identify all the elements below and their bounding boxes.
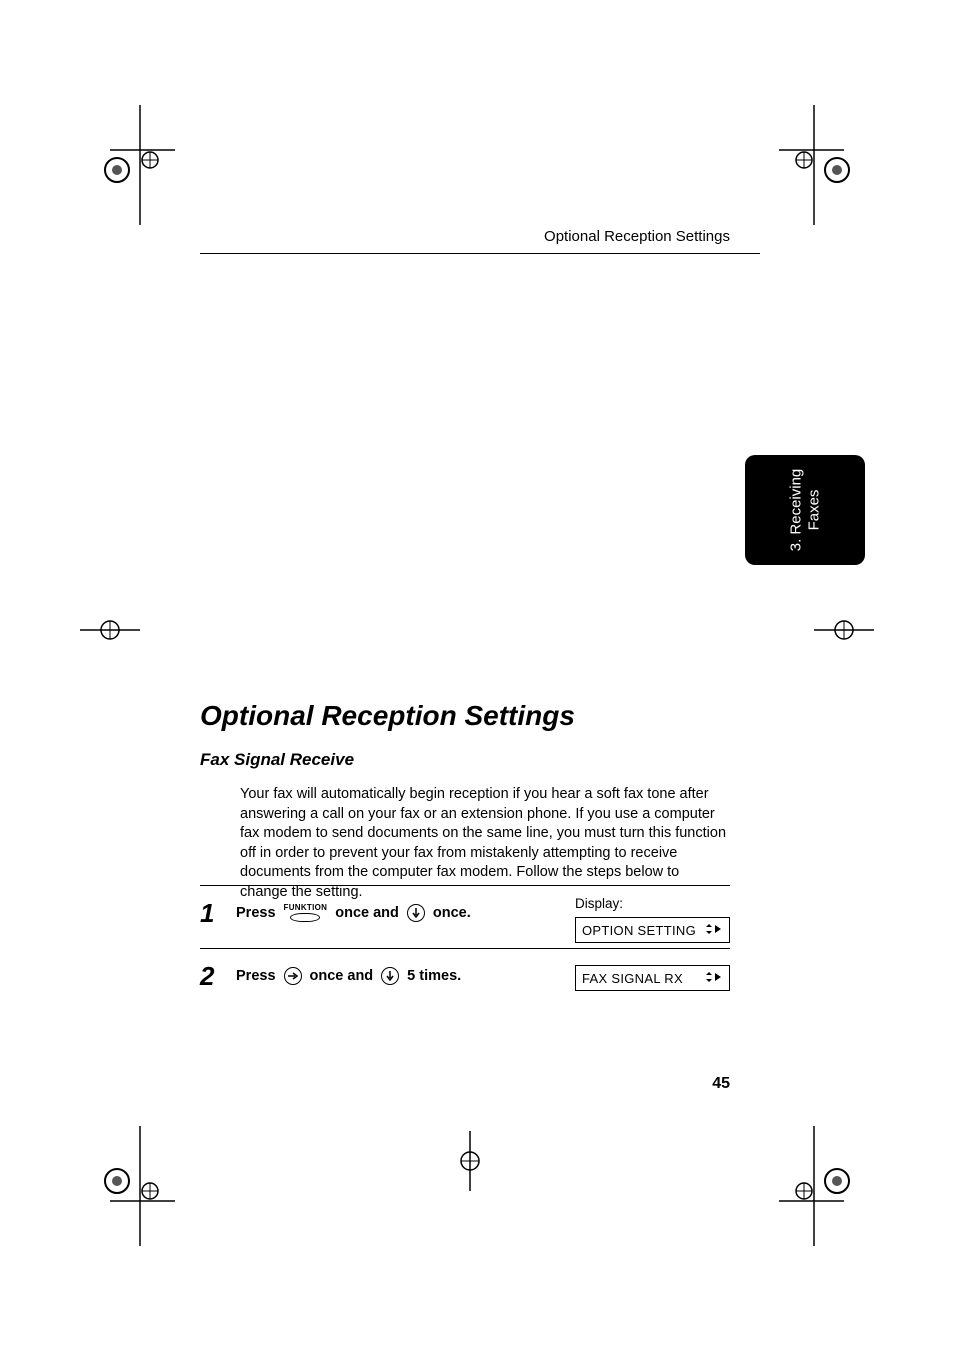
step-number: 1 (200, 900, 218, 926)
lcd-display: OPTION SETTING (575, 917, 730, 943)
display-label: Display: (575, 896, 730, 911)
chapter-tab-label: 3. Receiving Faxes (787, 469, 823, 552)
header-rule (200, 253, 760, 254)
step-instruction: Press once and 5 times. (236, 965, 461, 985)
section-title: Optional Reception Settings (200, 700, 575, 732)
nav-updown-right-icon (705, 922, 723, 939)
step-number: 2 (200, 963, 218, 989)
down-arrow-button-icon (407, 904, 425, 922)
nav-updown-right-icon (705, 970, 723, 987)
down-arrow-button-icon (381, 967, 399, 985)
crop-mark-bottom-center (440, 1131, 500, 1191)
funktion-key-label: FUNKTION (284, 904, 328, 912)
page-content: Optional Reception Settings 3. Receiving… (200, 215, 760, 1095)
step-display: FAX SIGNAL RX (575, 965, 730, 991)
crop-mark-bottom-right (779, 1126, 859, 1246)
crop-mark-mid-right (814, 600, 874, 660)
lcd-display: FAX SIGNAL RX (575, 965, 730, 991)
section-subtitle: Fax Signal Receive (200, 750, 354, 770)
text-times: 5 times. (407, 968, 461, 984)
oval-key-icon (290, 913, 320, 922)
running-header: Optional Reception Settings (544, 228, 730, 245)
step-list: 1 Press FUNKTION once and once. Display:… (200, 885, 730, 1011)
text-press: Press (236, 905, 276, 921)
page-number: 45 (712, 1075, 730, 1093)
text-once-and: once and (310, 968, 374, 984)
right-arrow-button-icon (284, 967, 302, 985)
step-display: Display: OPTION SETTING (575, 896, 730, 943)
step-row: 2 Press once and 5 times. FAX SIGNAL RX (200, 948, 730, 1011)
crop-mark-top-left (95, 105, 175, 225)
lcd-text: FAX SIGNAL RX (582, 971, 683, 986)
crop-mark-mid-left (80, 600, 140, 660)
crop-mark-bottom-left (95, 1126, 175, 1246)
chapter-tab: 3. Receiving Faxes (745, 455, 865, 565)
crop-mark-top-right (779, 105, 859, 225)
text-once-and: once and (335, 905, 399, 921)
step-instruction: Press FUNKTION once and once. (236, 902, 471, 922)
text-press: Press (236, 968, 276, 984)
funktion-key-icon: FUNKTION (284, 904, 328, 922)
text-once: once. (433, 905, 471, 921)
lcd-text: OPTION SETTING (582, 923, 696, 938)
step-row: 1 Press FUNKTION once and once. Display:… (200, 885, 730, 948)
